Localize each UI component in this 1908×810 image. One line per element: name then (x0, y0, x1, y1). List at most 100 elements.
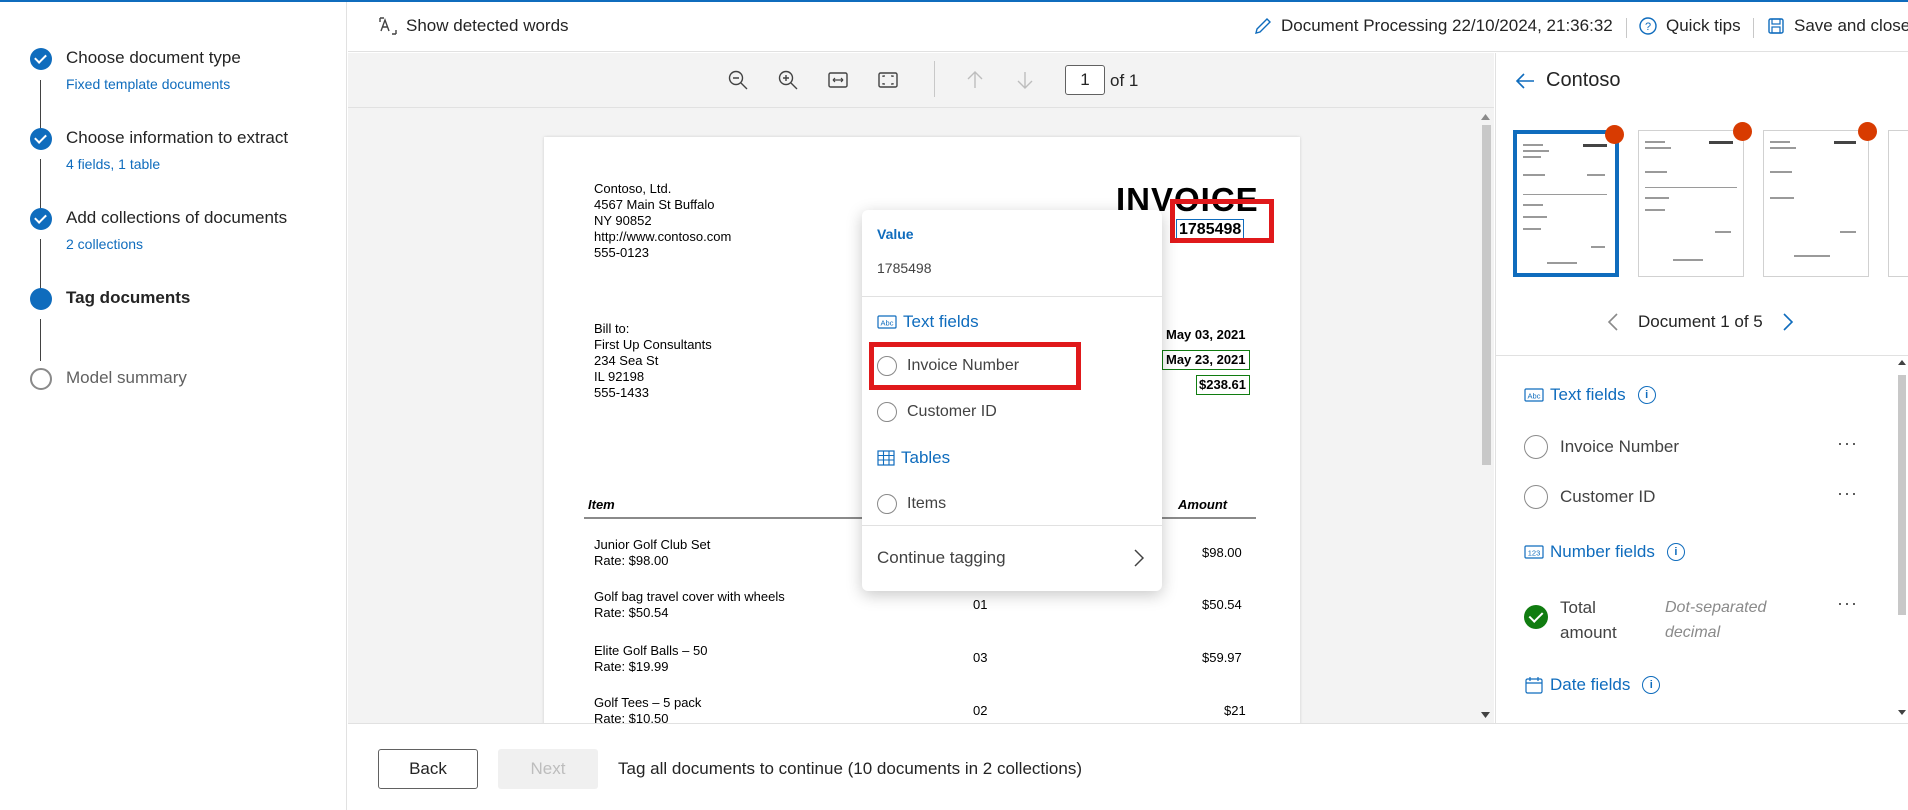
fit-width-button[interactable] (825, 67, 851, 93)
arrow-down-icon (1017, 72, 1033, 89)
document-status[interactable]: Document Processing 22/10/2024, 21:36:32 (1253, 16, 1613, 36)
number-fields-label: Number fields (1550, 542, 1655, 561)
radio-button[interactable] (877, 402, 897, 422)
continue-tagging-button[interactable]: Continue tagging (877, 548, 1006, 568)
field-total-amount[interactable]: Total amount (1524, 595, 1617, 645)
arrow-up-icon (967, 71, 983, 88)
step-complete-icon (30, 48, 52, 70)
field-status-radio[interactable] (1524, 435, 1548, 459)
info-icon[interactable]: i (1642, 676, 1661, 694)
back-to-collection-button[interactable]: Contoso (1514, 69, 1621, 92)
thumbnail-line (1523, 156, 1541, 158)
popup-divider (862, 296, 1162, 297)
bill-to-label: Bill to: (594, 321, 630, 336)
panel-scrollbar[interactable] (1893, 355, 1908, 723)
chevron-left-icon[interactable] (1606, 311, 1620, 333)
zoom-out-button[interactable] (725, 67, 751, 93)
option-items-table[interactable]: Items (877, 494, 946, 514)
untagged-badge (1733, 122, 1752, 141)
option-label: Invoice Number (907, 357, 1020, 374)
step-subtitle-link[interactable]: 4 fields, 1 table (66, 156, 160, 172)
panel-divider (1496, 355, 1908, 356)
tag-field-popup: Value 1785498 Abc Text fields Invoice Nu… (862, 210, 1162, 591)
svg-text:?: ? (1645, 21, 1651, 33)
popup-tables-label: Tables (901, 448, 951, 467)
table-icon (877, 450, 895, 466)
tagging-side-panel: Contoso Document 1 of 5 Abc Text fields … (1495, 53, 1908, 723)
untagged-badge (1605, 125, 1624, 144)
quick-tips-button[interactable]: ? Quick tips (1638, 16, 1741, 36)
thumbnail-line (1645, 209, 1665, 211)
thumbnail-line (1715, 231, 1731, 233)
next-button[interactable]: Next (498, 749, 598, 789)
panel-scrollbar-thumb[interactable] (1898, 375, 1906, 615)
fit-page-button[interactable] (875, 67, 901, 93)
more-options-button[interactable]: ··· (1837, 593, 1858, 614)
fit-width-icon (828, 72, 848, 88)
thumbnail-line (1840, 231, 1856, 233)
save-icon (1768, 18, 1784, 34)
thumbnail-line (1523, 216, 1547, 218)
show-detected-words-button[interactable]: Show detected words (378, 16, 569, 36)
step-title: Add collections of documents (66, 208, 288, 227)
step-title: Model summary (66, 368, 187, 387)
zoom-in-button[interactable] (775, 67, 801, 93)
option-invoice-number[interactable]: Invoice Number (877, 356, 1019, 376)
step-pending-icon (30, 368, 52, 390)
more-options-button[interactable]: ··· (1837, 433, 1858, 454)
field-label: Customer ID (1560, 487, 1656, 506)
document-thumbnail[interactable] (1513, 125, 1624, 277)
viewer-scrollbar-thumb[interactable] (1482, 125, 1491, 465)
step-complete-icon (30, 128, 52, 150)
document-thumbnail[interactable] (1763, 122, 1877, 277)
popup-text-fields-label: Text fields (903, 312, 979, 331)
viewer-toolbar: 1 of 1 (348, 53, 1494, 108)
zoom-out-icon (728, 70, 748, 90)
row-item-amount: $50.54 (1202, 597, 1242, 612)
step-subtitle-link[interactable]: Fixed template documents (66, 76, 230, 92)
text-field-icon: Abc (1524, 388, 1544, 402)
show-detected-words-label: Show detected words (406, 16, 569, 35)
thumbnail-line (1770, 141, 1790, 143)
row-item-amount: $21 (1224, 703, 1246, 718)
row-item-amount: $98.00 (1202, 545, 1242, 560)
info-icon[interactable]: i (1637, 386, 1656, 404)
bill-to-city: IL 92198 (594, 369, 645, 384)
wizard-footer: Back Next Tag all documents to continue … (348, 723, 1908, 810)
row-item-rate: Rate: $50.54 (594, 605, 669, 620)
more-options-button[interactable]: ··· (1837, 483, 1858, 504)
untagged-badge (1858, 122, 1877, 141)
row-item-amount: $59.97 (1202, 650, 1242, 665)
thumbnail-line (1645, 171, 1667, 173)
chevron-right-icon[interactable] (1781, 311, 1795, 333)
step-subtitle-link[interactable]: 2 collections (66, 236, 143, 252)
scroll-down-icon (1481, 712, 1490, 718)
thumbnail-line (1794, 255, 1830, 257)
document-thumbnail[interactable] (1638, 122, 1752, 277)
row-item-name: Junior Golf Club Set (594, 537, 711, 552)
text-field-icon: Abc (877, 315, 897, 329)
field-customer-id[interactable]: Customer ID (1524, 485, 1655, 509)
radio-button[interactable] (877, 356, 897, 376)
back-button[interactable]: Back (378, 749, 478, 789)
svg-text:Abc: Abc (881, 319, 894, 328)
column-item: Item (588, 497, 615, 512)
document-thumbnail[interactable] (1888, 130, 1908, 277)
viewer-scrollbar[interactable] (1476, 111, 1494, 723)
radio-button[interactable] (877, 494, 897, 514)
previous-page-button[interactable] (962, 67, 988, 93)
field-status-radio[interactable] (1524, 485, 1548, 509)
calendar-icon (1525, 677, 1543, 694)
thumbnail-line (1523, 144, 1543, 146)
field-hint-text: Dot-separated (1665, 599, 1767, 616)
chevron-right-icon[interactable] (1132, 547, 1146, 569)
field-invoice-number[interactable]: Invoice Number (1524, 435, 1679, 459)
toolbar-divider (1753, 18, 1754, 38)
zoom-in-icon (778, 70, 798, 90)
page-number-input[interactable]: 1 (1065, 65, 1105, 95)
option-customer-id[interactable]: Customer ID (877, 402, 997, 422)
save-and-close-button[interactable]: Save and close (1766, 16, 1908, 36)
info-icon[interactable]: i (1666, 543, 1685, 561)
next-page-button[interactable] (1012, 67, 1038, 93)
quick-tips-label: Quick tips (1666, 16, 1741, 35)
